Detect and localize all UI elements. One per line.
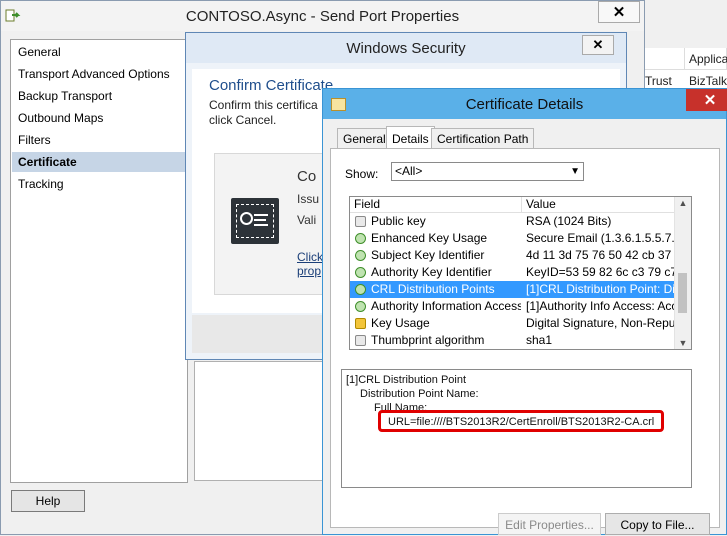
table-row[interactable]: Public key RSA (1024 Bits) bbox=[350, 213, 675, 230]
field-value-cell: KeyID=53 59 82 6c c3 79 c7 7... bbox=[526, 265, 674, 279]
url-highlight-box bbox=[378, 410, 664, 432]
certificate-details-dialog: Certificate Details ✕ General Details Ce… bbox=[322, 88, 727, 535]
fields-list: Field Value Public key RSA (1024 Bits) Enh… bbox=[349, 196, 692, 350]
column-header-application[interactable]: Applicat bbox=[685, 48, 727, 70]
table-row[interactable]: Authority Information Access [1]Authority… bbox=[350, 298, 675, 315]
table-row[interactable]: Subject Key Identifier 4d 11 3d 75 76 50 … bbox=[350, 247, 675, 264]
card-valid: Vali bbox=[297, 213, 317, 227]
edit-properties-button[interactable]: Edit Properties... bbox=[498, 513, 601, 535]
dialog-title: Windows Security bbox=[346, 40, 466, 57]
detail-line-1: [1]CRL Distribution Point bbox=[346, 374, 467, 386]
field-name-cell: Key Usage bbox=[371, 316, 430, 330]
extension-icon bbox=[355, 301, 366, 312]
nav-item-certificate[interactable]: Certificate bbox=[12, 152, 186, 172]
field-value-cell: Secure Email (1.3.6.1.5.5.7.3.4) bbox=[526, 231, 674, 245]
column-header-field[interactable]: Field bbox=[350, 197, 522, 212]
chevron-down-icon: ▼ bbox=[570, 166, 580, 177]
background-list: Applicat Trust BizTalk bbox=[645, 48, 727, 93]
details-tab-page: Show: <All> ▼ Field Value Public key RSA … bbox=[330, 148, 720, 535]
field-name-cell: Subject Key Identifier bbox=[371, 248, 485, 262]
field-value-cell: [1]CRL Distribution Point: Distr... bbox=[526, 282, 674, 296]
card-issuer: Issu bbox=[297, 192, 320, 206]
scroll-thumb[interactable] bbox=[678, 273, 687, 313]
tab-general[interactable]: General bbox=[337, 128, 392, 148]
table-row[interactable]: Authority Key Identifier KeyID=53 59 82 6… bbox=[350, 264, 675, 281]
card-title: Co bbox=[297, 168, 317, 185]
field-name-cell: CRL Distribution Points bbox=[371, 282, 495, 296]
show-dropdown[interactable]: <All> ▼ bbox=[391, 162, 584, 181]
nav-item-general[interactable]: General bbox=[12, 42, 186, 62]
nav-item-outbound-maps[interactable]: Outbound Maps bbox=[12, 108, 186, 128]
field-name-cell: Authority Information Access bbox=[371, 299, 521, 313]
title-bar: Windows Security ✕ bbox=[186, 33, 626, 63]
table-row[interactable]: CRL Distribution Points [1]CRL Distributi… bbox=[350, 281, 675, 298]
field-icon bbox=[355, 335, 366, 346]
copy-to-file-button[interactable]: Copy to File... bbox=[605, 513, 710, 535]
detail-line-2: Distribution Point Name: bbox=[360, 388, 479, 400]
extension-icon bbox=[355, 233, 366, 244]
field-name-cell: Authority Key Identifier bbox=[371, 265, 492, 279]
confirm-heading: Confirm Certificate bbox=[209, 77, 334, 94]
confirm-description: Confirm this certifica click Cancel. bbox=[209, 98, 319, 128]
vertical-scrollbar[interactable]: ▲ ▼ bbox=[674, 197, 691, 349]
properties-nav: General Transport Advanced Options Backu… bbox=[10, 39, 188, 483]
column-header-blank bbox=[645, 48, 685, 70]
field-value-cell: [1]Authority Info Access: Acc... bbox=[526, 299, 674, 313]
column-header-value[interactable]: Value bbox=[522, 197, 677, 212]
dialog-body: General Details Certification Path Show:… bbox=[330, 126, 720, 535]
list-cell-trust: Trust bbox=[645, 74, 672, 88]
tab-details[interactable]: Details bbox=[386, 126, 435, 149]
field-icon bbox=[355, 216, 366, 227]
title-bar: Certificate Details ✕ bbox=[323, 89, 727, 119]
close-button[interactable]: ✕ bbox=[582, 35, 614, 55]
fields-list-header: Field Value bbox=[350, 197, 677, 213]
extension-icon bbox=[355, 267, 366, 278]
field-name-cell: Public key bbox=[371, 214, 426, 228]
card-link-line-2[interactable]: prop bbox=[297, 264, 321, 278]
title-bar: CONTOSO.Async - Send Port Properties ✕ bbox=[1, 1, 644, 31]
field-value-cell: RSA (1024 Bits) bbox=[526, 214, 612, 228]
extension-icon bbox=[355, 284, 366, 295]
window-title: CONTOSO.Async - Send Port Properties bbox=[185, 8, 460, 25]
close-button[interactable]: ✕ bbox=[686, 89, 727, 111]
nav-item-transport-advanced-options[interactable]: Transport Advanced Options bbox=[12, 64, 186, 84]
desc-line-2: click Cancel. bbox=[209, 113, 277, 127]
scroll-up-icon[interactable]: ▲ bbox=[675, 198, 691, 208]
scroll-down-icon[interactable]: ▼ bbox=[675, 338, 691, 348]
certificate-icon bbox=[231, 198, 279, 244]
desc-line-1: Confirm this certifica bbox=[209, 98, 318, 112]
nav-item-tracking[interactable]: Tracking bbox=[12, 174, 186, 194]
field-name-cell: Enhanced Key Usage bbox=[371, 231, 488, 245]
list-cell-biztalk: BizTalk bbox=[689, 74, 727, 88]
field-value-cell: sha1 bbox=[526, 333, 553, 347]
extension-icon bbox=[355, 250, 366, 261]
nav-item-backup-transport[interactable]: Backup Transport bbox=[12, 86, 186, 106]
field-value-cell: 4d 11 3d 75 76 50 42 cb 37 e9... bbox=[526, 248, 674, 262]
close-button[interactable]: ✕ bbox=[598, 1, 640, 23]
field-value-cell: Digital Signature, Non-Repudia... bbox=[526, 316, 674, 330]
show-label: Show: bbox=[345, 167, 379, 181]
tab-certification-path[interactable]: Certification Path bbox=[431, 128, 535, 148]
properties-content-pane bbox=[194, 361, 326, 481]
card-link-line-1[interactable]: Click bbox=[297, 250, 323, 264]
nav-item-filters[interactable]: Filters bbox=[12, 130, 186, 150]
table-row[interactable]: Key Usage Digital Signature, Non-Repudia.… bbox=[350, 315, 675, 332]
field-name-cell: Thumbprint algorithm bbox=[371, 333, 485, 347]
warning-icon bbox=[355, 318, 366, 329]
table-row[interactable]: Enhanced Key Usage Secure Email (1.3.6.1.… bbox=[350, 230, 675, 247]
field-detail-box[interactable]: [1]CRL Distribution Point Distribution P… bbox=[341, 369, 692, 488]
show-dropdown-value: <All> bbox=[395, 164, 423, 178]
dialog-title: Certificate Details bbox=[465, 96, 584, 113]
table-row[interactable]: Thumbprint algorithm sha1 bbox=[350, 332, 675, 349]
help-button[interactable]: Help bbox=[11, 490, 85, 512]
